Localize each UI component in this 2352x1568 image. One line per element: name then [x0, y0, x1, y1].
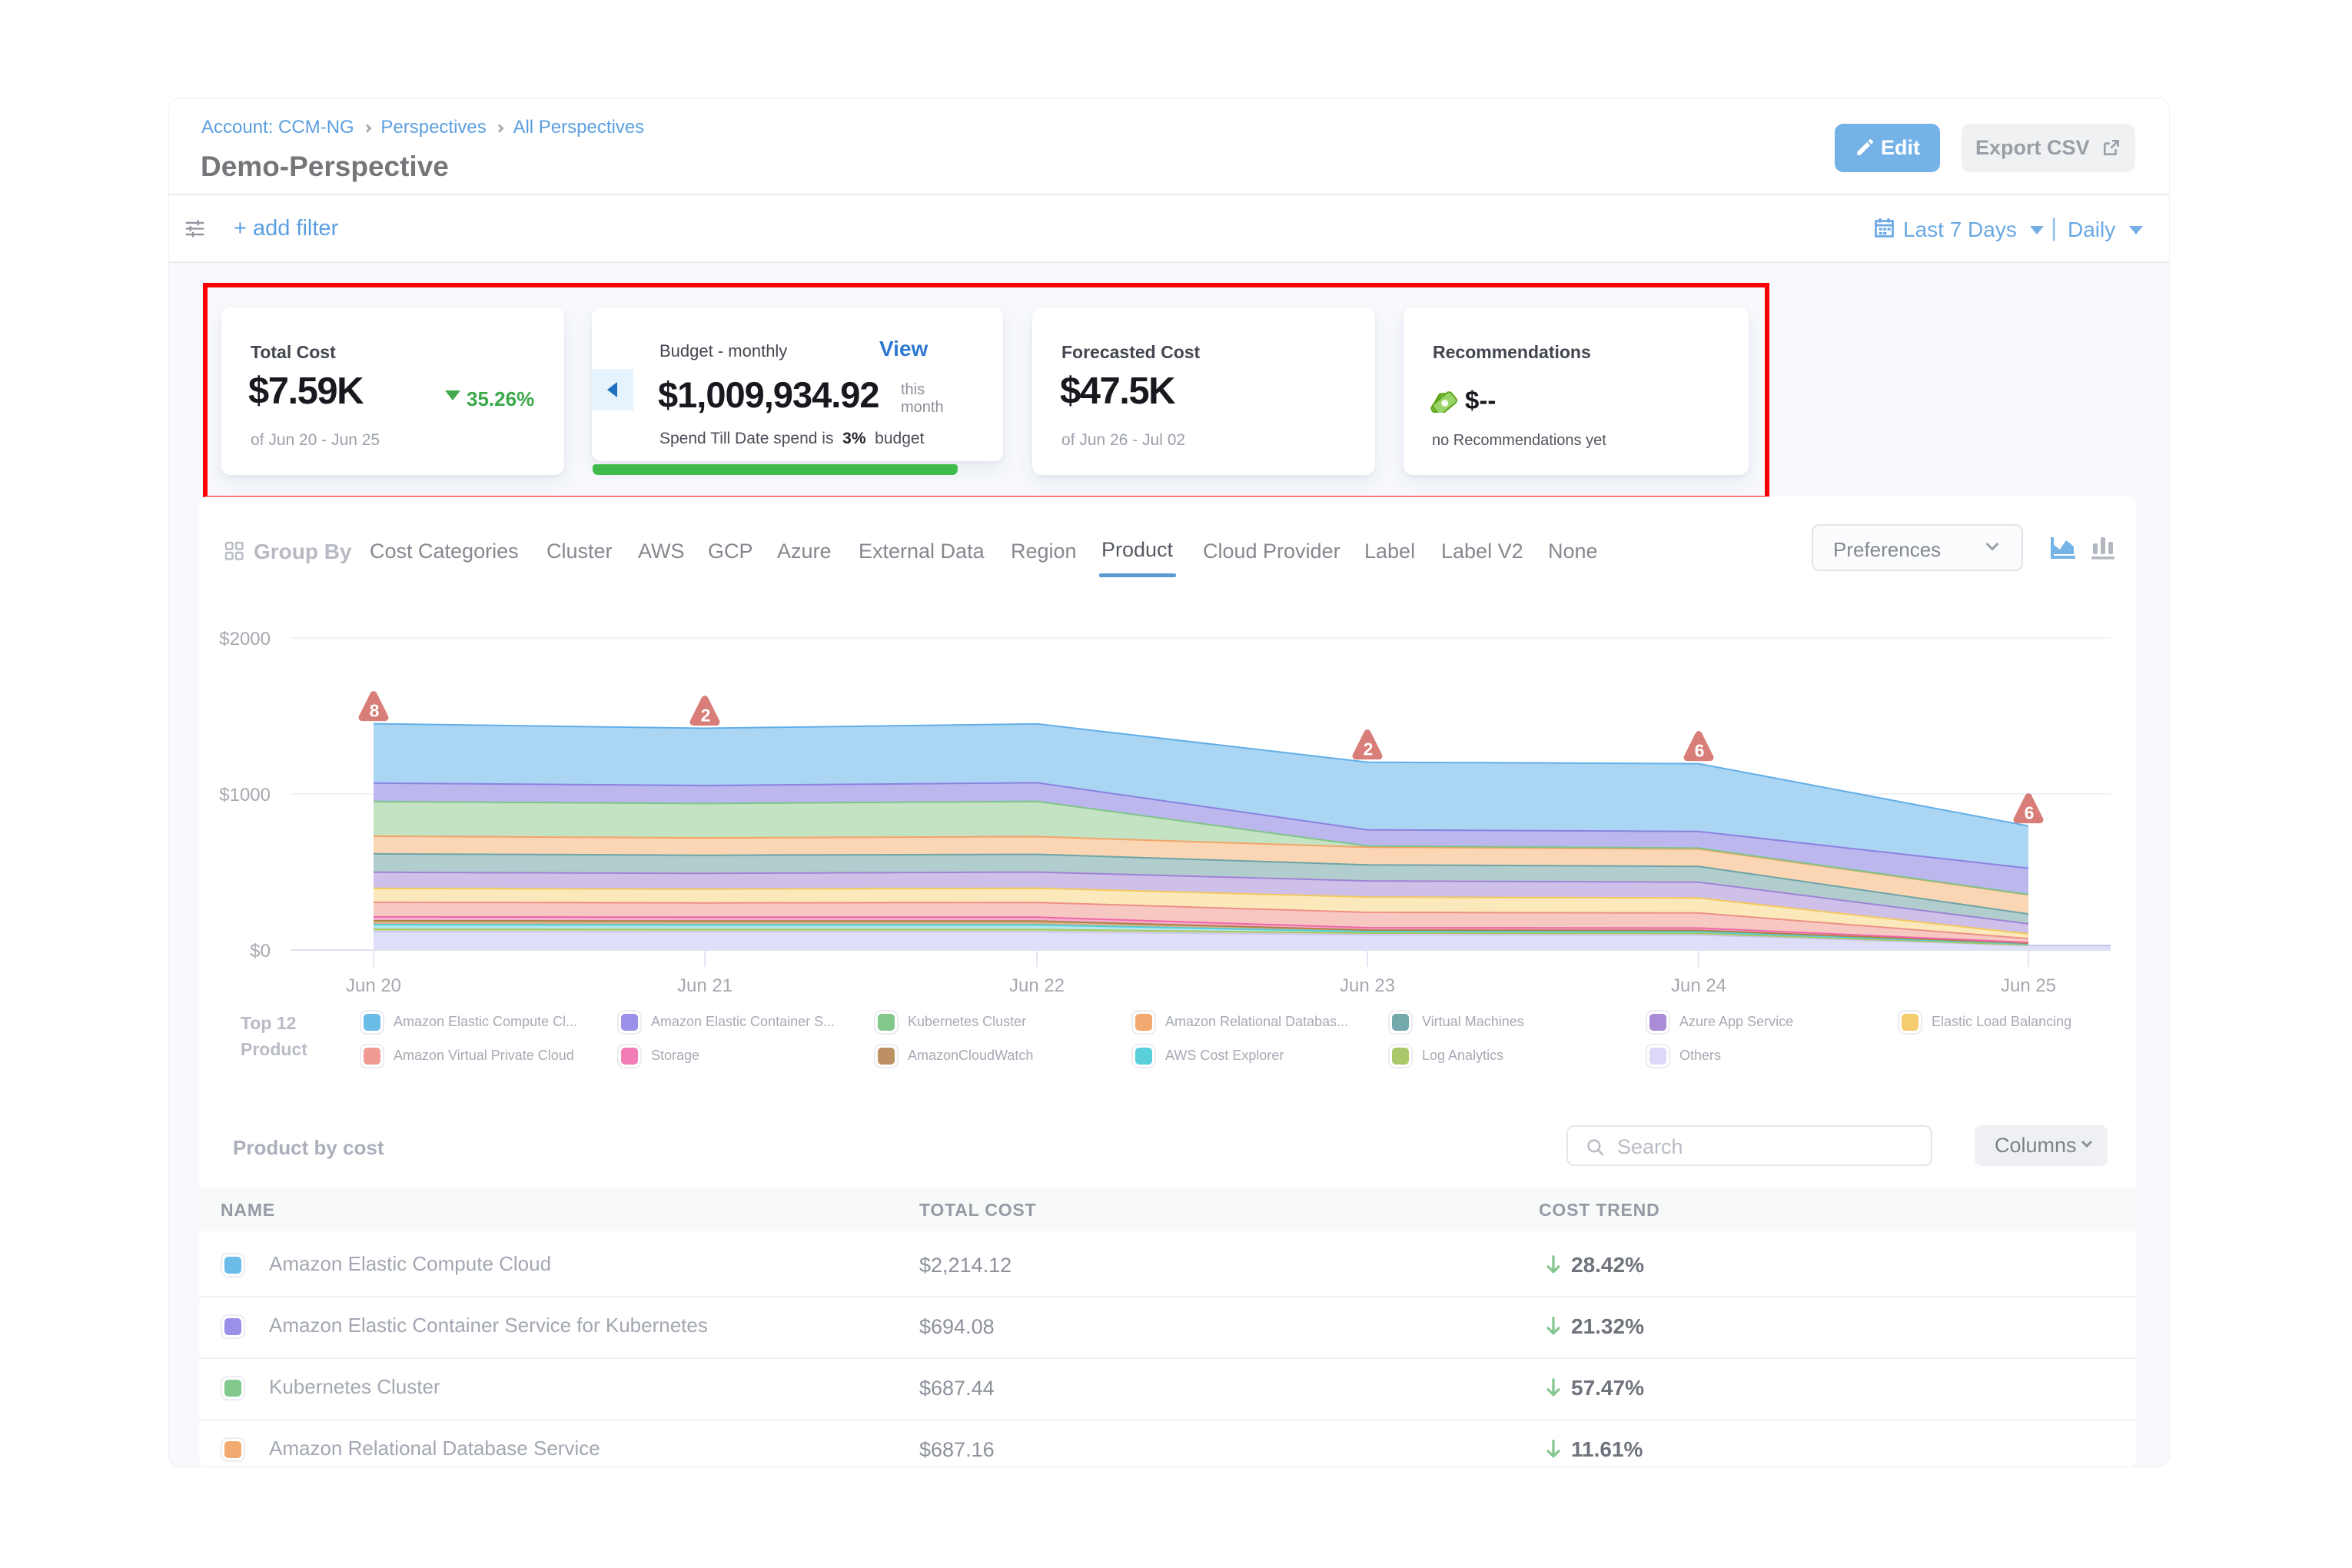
svg-text:Jun 21: Jun 21	[677, 975, 733, 996]
svg-text:Jun 24: Jun 24	[1671, 975, 1726, 996]
svg-text:2: 2	[1364, 739, 1374, 759]
svg-text:6: 6	[2025, 803, 2035, 823]
svg-text:6: 6	[1695, 741, 1705, 761]
svg-text:Jun 22: Jun 22	[1009, 975, 1065, 996]
svg-text:Jun 20: Jun 20	[346, 975, 401, 996]
svg-text:2: 2	[701, 706, 711, 726]
svg-text:$1000: $1000	[219, 785, 271, 806]
svg-text:8: 8	[370, 701, 380, 721]
svg-text:$0: $0	[250, 941, 271, 962]
svg-text:Jun 23: Jun 23	[1340, 975, 1395, 996]
svg-text:Jun 25: Jun 25	[2001, 975, 2056, 996]
svg-text:$2000: $2000	[219, 629, 271, 649]
